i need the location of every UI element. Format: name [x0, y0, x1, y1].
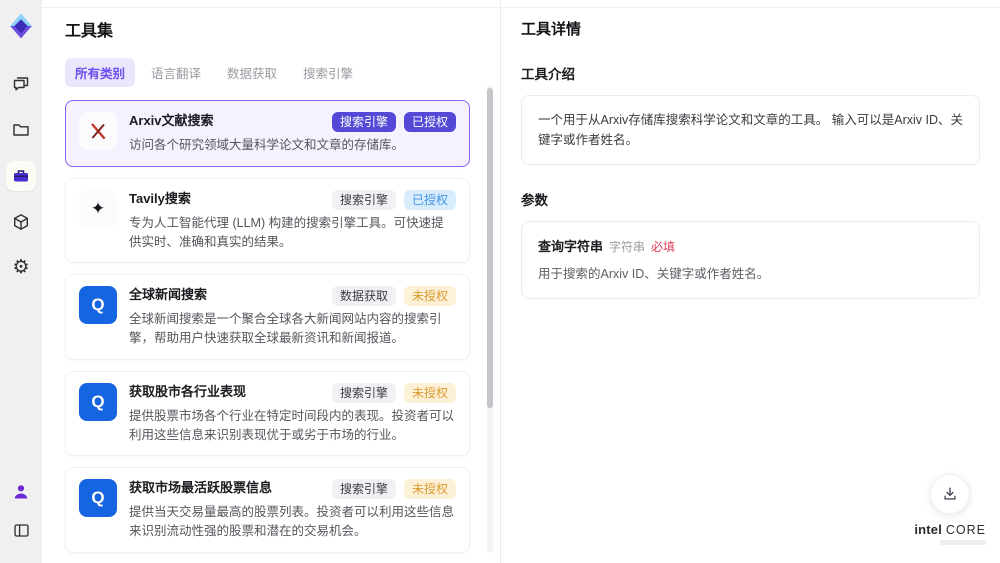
core-word: CORE [945, 523, 986, 537]
category-badge: 搜索引擎 [331, 112, 396, 132]
auth-status-badge: 未授权 [403, 286, 456, 307]
auth-status-badge: 已授权 [403, 189, 456, 210]
parameter-type: 字符串 [609, 240, 646, 254]
tool-description: 提供股票市场各个行业在特定时间段内的表现。投资者可以利用这些信息来识别表现优于或… [129, 408, 455, 442]
tool-list-panel: 工具集 所有类别 语言翻译 数据获取 搜索引擎 Arxiv文献搜索 搜索引擎 已授权 … [42, 0, 500, 563]
settings-icon: ⚙ [12, 257, 30, 278]
panel-toggle-icon [12, 521, 31, 540]
q-blue-icon: Q [79, 479, 117, 518]
user-icon [11, 482, 31, 502]
tool-list-item[interactable]: ✦ Tavily搜索 搜索引擎 已授权 专为人工智能代理 (LLM) 构建的搜索… [65, 177, 470, 264]
arxiv-icon [79, 112, 117, 150]
scrollbar-thumb[interactable] [487, 88, 493, 408]
list-scrollbar[interactable] [487, 85, 493, 553]
tab-语言翻译[interactable]: 语言翻译 [141, 58, 211, 87]
category-badge: 搜索引擎 [331, 382, 396, 403]
page-title: 工具集 [65, 23, 114, 40]
tool-description: 访问各个研究领域大量科学论文和文章的存储库。 [129, 138, 405, 152]
intel-core-logo: intel CORE [914, 522, 986, 545]
category-badge: 搜索引擎 [331, 479, 396, 500]
app-window: ⚙ 工具集 所有类别 语言翻译 数据获取 搜索引擎 Arxiv文献搜索 搜索引擎 已授… [0, 0, 1000, 563]
tool-name: 获取股市各行业表现 [129, 383, 247, 399]
detail-title: 工具详情 [521, 21, 582, 38]
toolbox-icon [11, 166, 31, 186]
sidebar-item-settings[interactable]: ⚙ [6, 253, 36, 283]
cube-icon [11, 212, 31, 232]
tool-intro-text: 一个用于从Arxiv存储库搜索科学论文和文章的工具。 输入可以是Arxiv ID… [521, 95, 980, 165]
auth-status-badge: 未授权 [403, 479, 456, 500]
rail-nav: ⚙ [6, 69, 36, 299]
tool-list-item[interactable]: Q 全球新闻搜索 数据获取 未授权 全球新闻搜索是一个聚合全球各大新闻网站内容的… [65, 274, 470, 360]
tool-name: 全球新闻搜索 [129, 287, 208, 303]
corner-widgets: intel CORE [914, 474, 986, 545]
auth-status-badge: 已授权 [403, 112, 456, 132]
tool-list-item[interactable]: Q 获取市场最活跃股票信息 搜索引擎 未授权 提供当天交易量最高的股票列表。投资… [65, 467, 470, 553]
sidebar-item-panel-toggle[interactable] [6, 515, 36, 545]
tool-description: 专为人工智能代理 (LLM) 构建的搜索引擎工具。可快速提供实时、准确和真实的结… [129, 215, 444, 249]
parameter-required-flag: 必填 [651, 240, 676, 254]
parameter-card: 查询字符串 字符串 必填 用于搜索的Arxiv ID、关键字或作者姓名。 [521, 221, 980, 299]
sidebar-item-chat[interactable] [6, 69, 36, 99]
category-badge: 搜索引擎 [331, 189, 396, 210]
rail-bottom [6, 477, 36, 553]
intro-heading: 工具介绍 [521, 67, 575, 82]
category-badge: 数据获取 [331, 286, 396, 307]
tool-description: 全球新闻搜索是一个聚合全球各大新闻网站内容的搜索引擎，帮助用户快速获取全球最新资… [129, 312, 442, 345]
sidebar-item-folder[interactable] [6, 115, 36, 145]
chat-icon [11, 74, 31, 94]
tool-name: 获取市场最活跃股票信息 [129, 480, 273, 496]
tab-数据获取[interactable]: 数据获取 [217, 58, 287, 87]
sidebar-item-user[interactable] [6, 477, 36, 507]
sidebar-item-toolbox[interactable] [6, 161, 36, 191]
sidebar-item-cube[interactable] [6, 207, 36, 237]
category-tabs: 所有类别 语言翻译 数据获取 搜索引擎 [65, 58, 470, 87]
tool-description: 提供当天交易量最高的股票列表。投资者可以利用这些信息来识别流动性强的股票和潜在的… [129, 505, 455, 538]
tavily-icon: ✦ [79, 189, 117, 228]
tool-list-item[interactable]: Q 获取股市各行业表现 搜索引擎 未授权 提供股票市场各个行业在特定时间段内的表… [65, 370, 470, 457]
parameter-name: 查询字符串 [538, 239, 604, 254]
parameter-header: 查询字符串 字符串 必填 [538, 236, 963, 256]
tool-name: Tavily搜索 [129, 190, 191, 206]
download-icon [944, 487, 956, 500]
tool-name: Arxiv文献搜索 [129, 113, 214, 128]
intel-logo-subline [940, 540, 986, 545]
tool-list: Arxiv文献搜索 搜索引擎 已授权 访问各个研究领域大量科学论文和文章的存储库… [65, 100, 470, 563]
tool-list-item[interactable]: Arxiv文献搜索 搜索引擎 已授权 访问各个研究领域大量科学论文和文章的存储库… [65, 100, 470, 167]
app-logo-diamond-icon [6, 11, 36, 41]
q-blue-icon: Q [79, 382, 117, 421]
left-rail: ⚙ [0, 0, 42, 563]
q-blue-icon: Q [79, 286, 117, 325]
auth-status-badge: 未授权 [403, 382, 456, 403]
intel-word: intel [914, 522, 943, 537]
download-button[interactable] [930, 474, 971, 514]
parameter-description: 用于搜索的Arxiv ID、关键字或作者姓名。 [538, 267, 770, 281]
tab-所有类别[interactable]: 所有类别 [65, 58, 136, 87]
params-heading: 参数 [521, 193, 548, 208]
folder-icon [11, 120, 31, 140]
tab-搜索引擎[interactable]: 搜索引擎 [293, 58, 363, 87]
